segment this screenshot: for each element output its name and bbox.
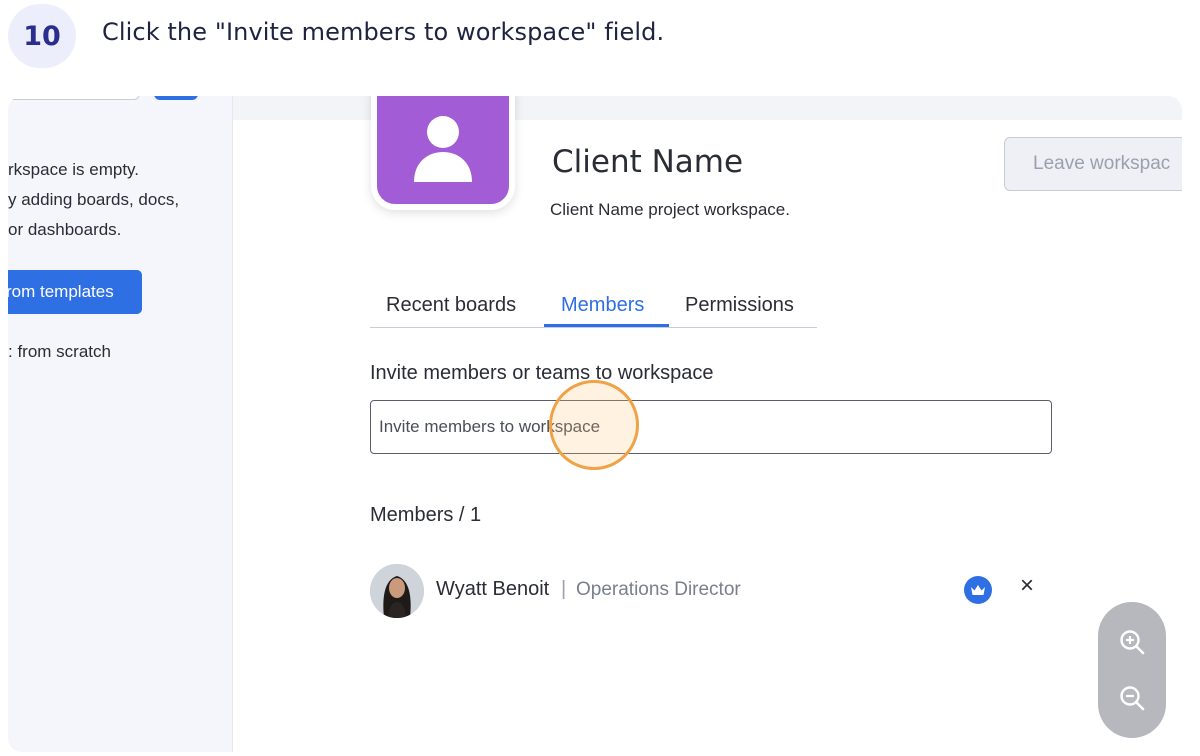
tab-members[interactable]: Members	[561, 294, 644, 317]
left-sidebar: rkspace is empty. y adding boards, docs,…	[8, 96, 233, 752]
workspace-tabs: Recent boards Members Permissions	[370, 288, 817, 328]
sidebar-search-input[interactable]	[8, 96, 140, 100]
tab-permissions[interactable]: Permissions	[685, 294, 794, 317]
step-number-badge: 10	[8, 4, 76, 68]
start-from-scratch-link[interactable]: : from scratch	[8, 342, 111, 362]
zoom-controls	[1098, 602, 1166, 738]
choose-from-templates-button[interactable]: rom templates	[8, 270, 142, 314]
workspace-panel: Client Name Client Name project workspac…	[233, 96, 1182, 752]
member-separator: |	[561, 578, 567, 600]
member-row: Wyatt Benoit | Operations Director ×	[370, 564, 1050, 620]
active-tab-indicator	[544, 324, 669, 327]
empty-state-line-1: rkspace is empty.	[8, 160, 140, 179]
step-instruction: Click the "Invite members to workspace" …	[102, 18, 665, 46]
invite-label: Invite members or teams to workspace	[370, 362, 714, 384]
workspace-description: Client Name project workspace.	[550, 200, 790, 219]
invite-members-input[interactable]	[370, 400, 1052, 454]
tutorial-step: 10 Click the "Invite members to workspac…	[0, 0, 1200, 756]
sidebar-add-button[interactable]	[154, 96, 198, 100]
crown-icon[interactable]	[964, 576, 992, 604]
leave-workspace-button[interactable]: Leave workspac	[1004, 137, 1182, 191]
member-photo	[370, 564, 424, 618]
workspace-avatar[interactable]	[371, 96, 515, 210]
zoom-out-icon[interactable]	[1114, 680, 1150, 716]
remove-member-icon[interactable]: ×	[1020, 572, 1034, 600]
workspace-title: Client Name	[552, 144, 744, 180]
person-icon	[414, 116, 472, 182]
zoom-in-icon[interactable]	[1114, 624, 1150, 660]
tab-recent-boards[interactable]: Recent boards	[386, 294, 516, 317]
members-count-heading: Members / 1	[370, 504, 482, 526]
member-role: Operations Director	[576, 579, 741, 600]
member-name: Wyatt Benoit	[436, 578, 550, 600]
empty-state-line-2: y adding boards, docs,	[8, 190, 180, 209]
crown-glyph	[971, 585, 985, 595]
screenshot-frame: rkspace is empty. y adding boards, docs,…	[8, 96, 1182, 752]
avatar	[370, 564, 424, 618]
empty-state-line-3: or dashboards.	[8, 220, 122, 239]
